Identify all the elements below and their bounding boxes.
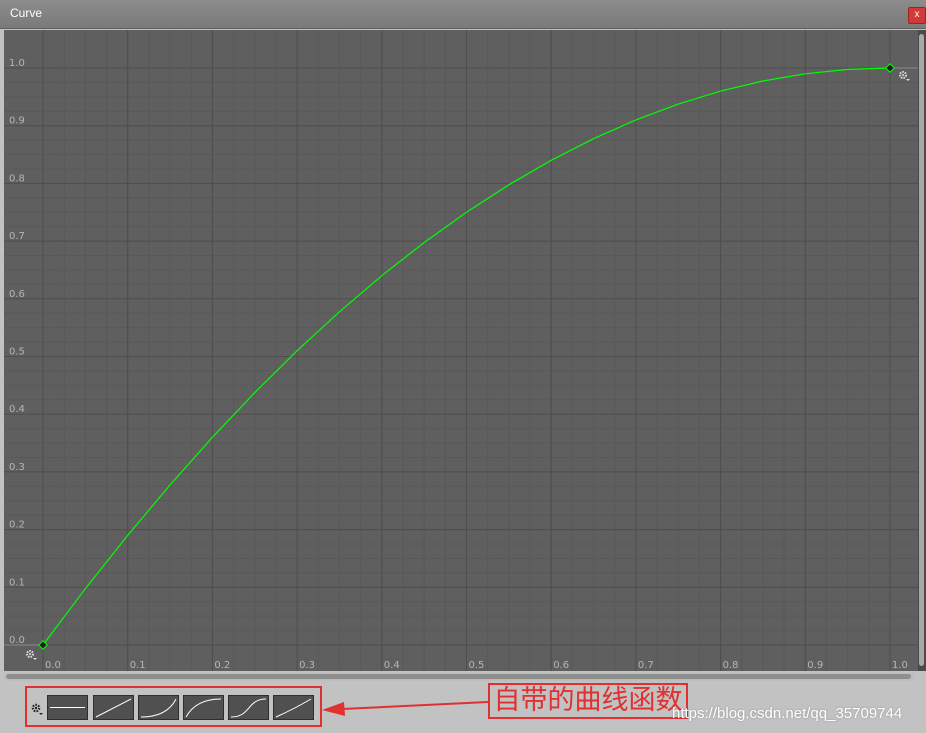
preset-linear[interactable]	[93, 695, 134, 720]
x-tick-label: 0.4	[384, 660, 400, 671]
x-tick-label: 0.6	[553, 660, 569, 671]
gear-icon[interactable]	[30, 702, 44, 716]
vertical-scrollbar[interactable]	[918, 30, 926, 671]
y-tick-label: 0.4	[9, 404, 25, 415]
y-tick-label: 0.1	[9, 577, 25, 588]
x-tick-label: 1.0	[892, 660, 908, 671]
preset-ease-in-out[interactable]	[228, 695, 269, 720]
annotation-label: 自带的曲线函数	[488, 683, 688, 719]
x-tick-label: 0.0	[45, 660, 61, 671]
preset-ease-out[interactable]	[183, 695, 224, 720]
y-tick-label: 0.5	[9, 347, 25, 358]
curve-window: Curve x 0.0 0.1 0.2 0.3 0.4 0.5 0.6 0.7 0.8 0.9 1.…	[0, 0, 926, 733]
y-tick-label: 0.9	[9, 116, 25, 127]
x-tick-label: 0.5	[469, 660, 485, 671]
x-tick-label: 0.9	[807, 660, 823, 671]
close-button[interactable]: x	[908, 7, 926, 24]
y-tick-label: 1.0	[9, 58, 25, 69]
keyframe-point	[885, 63, 895, 73]
title-bar[interactable]: Curve x	[0, 0, 926, 29]
preset-flat[interactable]	[47, 695, 88, 720]
curve-graph[interactable]: 0.0 0.1 0.2 0.3 0.4 0.5 0.6 0.7 0.8 0.9 1.0 0.0 0.1 0…	[4, 30, 918, 671]
window-title: Curve	[10, 6, 43, 20]
keyframe-gear-icon[interactable]	[899, 71, 910, 81]
y-tick-label: 0.8	[9, 173, 25, 184]
curve-presets-panel	[25, 686, 322, 727]
keyframe-gear-icon[interactable]	[26, 650, 37, 660]
curve-chart[interactable]: 0.0 0.1 0.2 0.3 0.4 0.5 0.6 0.7 0.8 0.9 1.0 0.0 0.1 0…	[4, 30, 918, 671]
y-tick-label: 0.0	[9, 635, 25, 646]
vertical-scrollbar-thumb[interactable]	[919, 34, 924, 666]
horizontal-scrollbar[interactable]	[4, 673, 914, 681]
horizontal-scrollbar-thumb[interactable]	[6, 674, 911, 679]
x-tick-label: 0.7	[638, 660, 654, 671]
preset-linear-slight[interactable]	[273, 695, 314, 720]
y-tick-label: 0.2	[9, 520, 25, 531]
x-tick-label: 0.2	[214, 660, 230, 671]
y-tick-label: 0.7	[9, 231, 25, 242]
y-tick-label: 0.3	[9, 462, 25, 473]
annotation-arrow-icon	[322, 701, 489, 716]
x-tick-label: 0.3	[299, 660, 315, 671]
x-tick-label: 0.8	[723, 660, 739, 671]
watermark-text: https://blog.csdn.net/qq_35709744	[672, 705, 903, 722]
y-tick-label: 0.6	[9, 289, 25, 300]
preset-ease-in[interactable]	[138, 695, 179, 720]
x-tick-label: 0.1	[130, 660, 146, 671]
